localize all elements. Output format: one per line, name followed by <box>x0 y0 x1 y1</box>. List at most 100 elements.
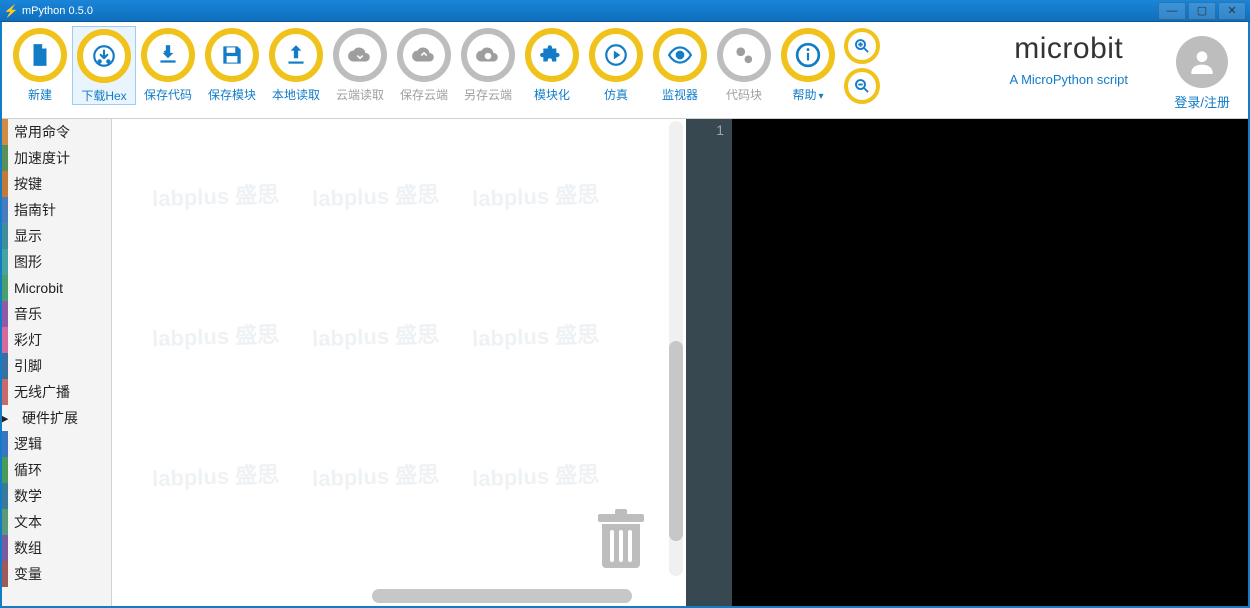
download-icon <box>141 28 195 82</box>
category-label: 音乐 <box>14 304 42 324</box>
category-color-bar <box>2 457 8 483</box>
category-item[interactable]: 数学 <box>2 483 111 509</box>
category-item[interactable]: 显示 <box>2 223 111 249</box>
category-item[interactable]: 文本 <box>2 509 111 535</box>
brand-subtitle: A MicroPython script <box>1010 72 1129 87</box>
watermark: labplus 盛思 <box>471 177 599 213</box>
category-color-bar <box>2 379 8 405</box>
code-line[interactable] <box>736 121 1244 139</box>
toolbar-label: 监视器 <box>662 86 698 103</box>
line-gutter: 1 <box>688 119 732 606</box>
toolbar-save-module[interactable]: 保存模块 <box>200 26 264 105</box>
category-label: 循环 <box>14 460 42 480</box>
window-controls: — ▢ ✕ <box>1156 2 1246 20</box>
toolbar-label: 帮助▾ <box>792 86 823 103</box>
category-item[interactable]: 数组 <box>2 535 111 561</box>
category-item[interactable]: 指南针 <box>2 197 111 223</box>
watermark: labplus 盛思 <box>471 317 599 353</box>
close-button[interactable]: ✕ <box>1218 2 1246 20</box>
category-label: 图形 <box>14 252 42 272</box>
category-label: 指南针 <box>14 200 56 220</box>
category-color-bar <box>2 353 8 379</box>
category-item[interactable]: 音乐 <box>2 301 111 327</box>
blocks-workspace[interactable]: labplus 盛思 labplus 盛思 labplus 盛思 labplus… <box>112 119 688 606</box>
category-color-bar <box>2 535 8 561</box>
category-item[interactable]: 按键 <box>2 171 111 197</box>
category-color-bar <box>2 431 8 457</box>
watermark: labplus 盛思 <box>471 457 599 493</box>
category-item[interactable]: 逻辑 <box>2 431 111 457</box>
category-label: Microbit <box>14 280 63 296</box>
category-label: 文本 <box>14 512 42 532</box>
workspace-scroll-thumb-v[interactable] <box>669 341 683 541</box>
watermark: labplus 盛思 <box>151 457 279 493</box>
toolbar-save-cloud[interactable]: 保存云端 <box>392 26 456 105</box>
category-item[interactable]: 常用命令 <box>2 119 111 145</box>
file-icon <box>13 28 67 82</box>
toolbar-code-blocks[interactable]: 代码块 <box>712 26 776 105</box>
category-item[interactable]: 无线广播 <box>2 379 111 405</box>
category-color-bar <box>2 145 8 171</box>
zoom-in-button[interactable] <box>844 28 880 64</box>
floppy-icon <box>205 28 259 82</box>
watermark: labplus 盛思 <box>151 177 279 213</box>
category-label: 逻辑 <box>14 434 42 454</box>
maximize-button[interactable]: ▢ <box>1188 2 1216 20</box>
category-item[interactable]: 变量 <box>2 561 111 587</box>
toolbar-modularize[interactable]: 模块化 <box>520 26 584 105</box>
minimize-button[interactable]: — <box>1158 2 1186 20</box>
zoom-out-button[interactable] <box>844 68 880 104</box>
category-color-bar <box>2 171 8 197</box>
toolbar-label: 保存模块 <box>208 86 256 103</box>
category-item[interactable]: ▶硬件扩展 <box>2 405 111 431</box>
category-sidebar[interactable]: 常用命令加速度计按键指南针显示图形 Microbit 音乐彩灯引脚无线广播 ▶硬件扩展… <box>2 119 112 606</box>
category-color-bar <box>2 327 8 353</box>
toolbar-label: 新建 <box>28 86 52 103</box>
eye-icon <box>653 28 707 82</box>
login-register-link[interactable]: 登录/注册 <box>1174 92 1230 111</box>
category-color-bar <box>2 249 8 275</box>
gears-icon <box>717 28 771 82</box>
toolbar-label: 模块化 <box>534 86 570 103</box>
code-editor[interactable]: 1 <box>688 119 1248 606</box>
code-area[interactable] <box>732 119 1248 606</box>
workspace-scroll-thumb-h[interactable] <box>372 589 632 603</box>
watermark: labplus 盛思 <box>311 457 439 493</box>
toolbar-monitor[interactable]: 监视器 <box>648 26 712 105</box>
category-color-bar <box>2 223 8 249</box>
category-item[interactable]: 加速度计 <box>2 145 111 171</box>
watermark: labplus 盛思 <box>151 317 279 353</box>
toolbar-cloud-load[interactable]: 云端读取 <box>328 26 392 105</box>
upload-icon <box>269 28 323 82</box>
category-item[interactable]: 彩灯 <box>2 327 111 353</box>
toolbar-download-hex[interactable]: 下载Hex <box>72 26 136 105</box>
category-color-bar <box>2 483 8 509</box>
category-label: 无线广播 <box>14 382 70 402</box>
toolbar-save-code[interactable]: 保存代码 <box>136 26 200 105</box>
app-logo-icon: ⚡ <box>4 4 18 18</box>
category-label: 显示 <box>14 226 42 246</box>
category-color-bar <box>2 197 8 223</box>
brand-title: microbit <box>1014 32 1123 66</box>
puzzle-icon <box>525 28 579 82</box>
toolbar-save-as-cloud[interactable]: 另存云端 <box>456 26 520 105</box>
avatar-icon[interactable] <box>1176 36 1228 88</box>
toolbar-label: 本地读取 <box>272 86 320 103</box>
category-label: 数组 <box>14 538 42 558</box>
watermark: labplus 盛思 <box>311 317 439 353</box>
category-label: 数学 <box>14 486 42 506</box>
category-item[interactable]: 引脚 <box>2 353 111 379</box>
trash-icon[interactable] <box>596 514 646 578</box>
toolbar-help[interactable]: 帮助▾ <box>776 26 840 105</box>
toolbar-local-load[interactable]: 本地读取 <box>264 26 328 105</box>
toolbar-simulate[interactable]: 仿真 <box>584 26 648 105</box>
category-item[interactable]: 图形 <box>2 249 111 275</box>
category-label: 加速度计 <box>14 148 70 168</box>
download-chip-icon <box>77 29 131 83</box>
toolbar-label: 另存云端 <box>464 86 512 103</box>
toolbar-label: 保存代码 <box>144 86 192 103</box>
category-item[interactable]: 循环 <box>2 457 111 483</box>
play-icon <box>589 28 643 82</box>
category-item[interactable]: Microbit <box>2 275 111 301</box>
toolbar-new[interactable]: 新建 <box>8 26 72 105</box>
